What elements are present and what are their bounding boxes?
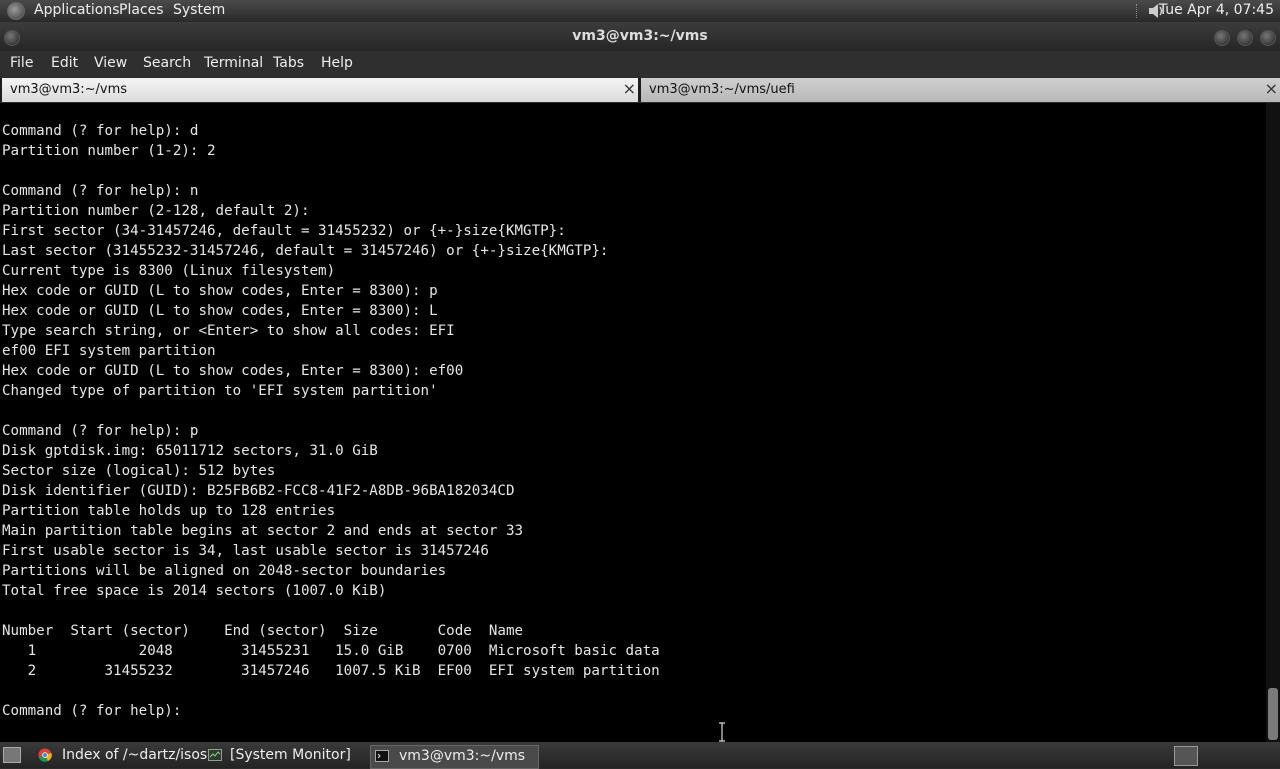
tab-vms-uefi[interactable]: vm3@vm3:~/vms/uefi × bbox=[641, 78, 1280, 102]
terminal-output: Command (? for help): d Partition number… bbox=[2, 123, 660, 719]
menu-edit[interactable]: Edit bbox=[51, 55, 78, 71]
system-monitor-icon bbox=[208, 749, 222, 761]
top-panel: Applications Places System Tue Apr 4, 07… bbox=[0, 0, 1280, 22]
scrollbar-thumb[interactable] bbox=[1268, 688, 1278, 740]
text-cursor-icon bbox=[719, 722, 725, 742]
show-desktop-icon[interactable] bbox=[3, 747, 21, 763]
menu-help[interactable]: Help bbox=[321, 55, 353, 71]
menu-tabs[interactable]: Tabs bbox=[273, 55, 304, 71]
tab-label: vm3@vm3:~/vms/uefi bbox=[649, 82, 795, 97]
maximize-button[interactable] bbox=[1237, 30, 1253, 46]
task-browser[interactable]: Index of /~dartz/isos... bbox=[34, 745, 221, 767]
task-label: Index of /~dartz/isos... bbox=[62, 747, 221, 763]
menu-terminal[interactable]: Terminal bbox=[204, 55, 263, 71]
window-titlebar[interactable]: vm3@vm3:~/vms bbox=[0, 22, 1280, 51]
menubar: File Edit View Search Terminal Tabs Help bbox=[0, 51, 1280, 77]
task-terminal[interactable]: vm3@vm3:~/vms bbox=[370, 745, 539, 769]
panel-separator bbox=[1136, 4, 1141, 18]
menu-view[interactable]: View bbox=[94, 55, 127, 71]
menu-file[interactable]: File bbox=[10, 55, 33, 71]
menu-search[interactable]: Search bbox=[143, 55, 191, 71]
tab-label: vm3@vm3:~/vms bbox=[10, 82, 128, 97]
bottom-taskbar: Index of /~dartz/isos... [System Monitor… bbox=[0, 742, 1280, 769]
terminal-scrollbar[interactable] bbox=[1266, 103, 1280, 742]
close-tab-icon[interactable]: × bbox=[623, 79, 636, 98]
task-label: [System Monitor] bbox=[230, 747, 351, 763]
workspace-switcher[interactable] bbox=[1174, 746, 1198, 766]
minimize-button[interactable] bbox=[1214, 30, 1230, 46]
tab-vms[interactable]: vm3@vm3:~/vms × bbox=[2, 78, 638, 102]
chrome-icon bbox=[38, 748, 52, 762]
applications-menu[interactable]: Applications bbox=[34, 2, 120, 18]
close-button[interactable] bbox=[1260, 30, 1276, 46]
distro-logo-icon[interactable] bbox=[7, 2, 25, 20]
terminal-view[interactable]: Command (? for help): d Partition number… bbox=[0, 103, 1266, 742]
task-label: vm3@vm3:~/vms bbox=[399, 748, 526, 764]
task-system-monitor[interactable]: [System Monitor] bbox=[204, 745, 368, 767]
close-tab-icon[interactable]: × bbox=[1265, 79, 1278, 98]
panel-clock[interactable]: Tue Apr 4, 07:45 bbox=[1159, 2, 1274, 18]
system-menu[interactable]: System bbox=[173, 2, 225, 18]
window-title: vm3@vm3:~/vms bbox=[572, 28, 708, 44]
tab-bar: vm3@vm3:~/vms × vm3@vm3:~/vms/uefi × bbox=[0, 78, 1280, 102]
places-menu[interactable]: Places bbox=[119, 2, 164, 18]
terminal-icon bbox=[375, 750, 389, 762]
